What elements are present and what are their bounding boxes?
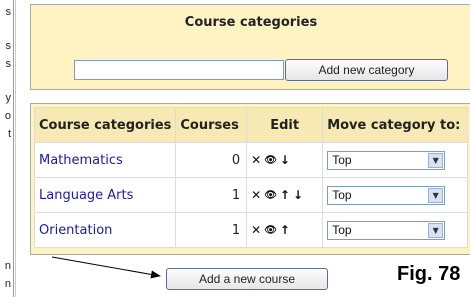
move-down-icon[interactable]: ↓	[280, 153, 290, 167]
margin-char: y	[5, 92, 12, 104]
panel-title: Course categories	[184, 15, 318, 30]
column-header-move: Move category to:	[322, 107, 468, 143]
add-new-course-button[interactable]: Add a new course	[166, 268, 328, 290]
margin-char: n	[4, 278, 11, 290]
margin-char: s	[5, 58, 12, 70]
column-header-courses: Courses	[175, 107, 248, 143]
margin-char: n	[4, 260, 11, 272]
hide-icon[interactable]: 👁	[264, 155, 277, 166]
move-category-cell: Top ▼	[322, 177, 468, 213]
add-category-panel: Course categories Add new category	[30, 4, 470, 90]
table-row: Mathematics 0 ✕ 👁 ↓ Top ▼	[33, 142, 468, 178]
category-name-cell: Mathematics	[33, 142, 177, 178]
select-value: Top	[332, 187, 352, 202]
delete-icon[interactable]: ✕	[251, 153, 261, 167]
move-down-icon[interactable]: ↓	[293, 188, 303, 202]
add-new-category-button[interactable]: Add new category	[285, 59, 448, 81]
category-name-cell: Language Arts	[33, 177, 177, 213]
left-margin-text-fragment: s s s y o t n n	[0, 0, 14, 297]
categories-table: Course categories Courses Edit Move cate…	[33, 107, 468, 248]
edit-actions: ✕ 👁 ↑	[246, 212, 324, 248]
margin-char: s	[5, 6, 12, 18]
delete-icon[interactable]: ✕	[251, 188, 261, 202]
edit-actions: ✕ 👁 ↓	[246, 142, 324, 178]
delete-icon[interactable]: ✕	[251, 223, 261, 237]
chevron-down-icon[interactable]: ▼	[428, 152, 444, 168]
screenshot-frame: Course categories Add new category Cours…	[15, 0, 470, 297]
category-name-cell: Orientation	[33, 212, 177, 248]
category-link-orientation[interactable]: Orientation	[39, 223, 112, 238]
move-category-cell: Top ▼	[322, 212, 468, 248]
select-value: Top	[332, 222, 352, 237]
move-category-select[interactable]: Top ▼	[327, 220, 446, 240]
category-link-mathematics[interactable]: Mathematics	[39, 153, 123, 168]
chevron-down-icon[interactable]: ▼	[428, 222, 444, 238]
table-header-row: Course categories Courses Edit Move cate…	[33, 107, 468, 143]
margin-char: o	[4, 110, 11, 122]
categories-table-panel: Course categories Courses Edit Move cate…	[30, 103, 470, 255]
page: s s s y o t n n Course categories Add ne…	[0, 0, 470, 297]
column-header-category: Course categories	[33, 107, 177, 143]
course-count: 0	[175, 142, 248, 178]
margin-char: t	[7, 128, 11, 140]
hide-icon[interactable]: 👁	[264, 225, 277, 236]
move-category-cell: Top ▼	[322, 142, 468, 178]
column-header-edit: Edit	[246, 107, 324, 143]
move-category-select[interactable]: Top ▼	[327, 150, 446, 170]
chevron-down-icon[interactable]: ▼	[428, 187, 444, 203]
select-value: Top	[332, 152, 352, 167]
table-row: Language Arts 1 ✕ 👁 ↑ ↓ Top ▼	[33, 177, 468, 213]
new-category-input[interactable]	[74, 60, 284, 80]
table-row: Orientation 1 ✕ 👁 ↑ Top ▼	[33, 212, 468, 248]
edit-actions: ✕ 👁 ↑ ↓	[246, 177, 324, 213]
figure-label: Fig. 78	[397, 263, 461, 285]
course-count: 1	[175, 177, 248, 213]
margin-char: s	[5, 40, 12, 52]
move-category-select[interactable]: Top ▼	[327, 185, 446, 205]
course-count: 1	[175, 212, 248, 248]
move-up-icon[interactable]: ↑	[280, 223, 290, 237]
category-link-language-arts[interactable]: Language Arts	[39, 188, 133, 203]
hide-icon[interactable]: 👁	[264, 190, 277, 201]
move-up-icon[interactable]: ↑	[280, 188, 290, 202]
